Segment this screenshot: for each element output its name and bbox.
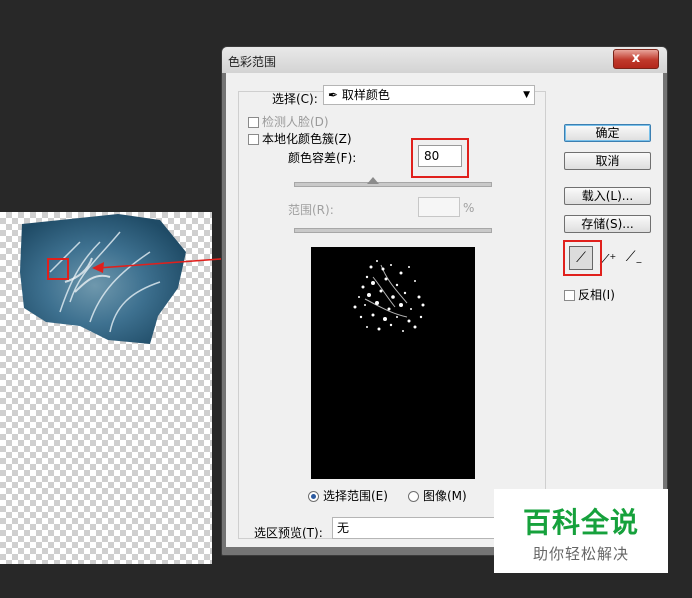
localized-clusters-label: 本地化颜色簇(Z) [262, 132, 352, 146]
radio-selection[interactable] [308, 491, 319, 502]
dialog-titlebar[interactable]: 色彩范围 x [222, 47, 667, 73]
radio-selection-label: 选择范围(E) [323, 489, 388, 503]
invert-checkbox[interactable] [564, 290, 575, 301]
range-input[interactable] [418, 197, 460, 217]
radio-image-label: 图像(M) [423, 489, 467, 503]
range-slider[interactable] [294, 228, 492, 233]
localized-clusters-checkbox[interactable] [248, 134, 259, 145]
sample-point-highlight [47, 258, 69, 280]
close-button[interactable]: x [613, 49, 659, 69]
invert-label: 反相(I) [578, 288, 615, 302]
cancel-button[interactable]: 取消 [564, 152, 651, 170]
select-dropdown[interactable]: ✒ 取样颜色 ▼ [323, 85, 535, 105]
selection-preview-dropdown[interactable]: 无 [332, 517, 502, 539]
range-percent-sign: % [463, 201, 475, 215]
localized-clusters-row: 本地化颜色簇(Z) [248, 130, 352, 147]
watermark-title: 百科全说 [522, 506, 639, 539]
eyedropper-minus-icon[interactable]: ⟋− [622, 246, 646, 270]
water-splash-image [20, 214, 186, 344]
detect-faces-label: 检测人脸(D) [262, 115, 329, 129]
selection-mask-image [353, 260, 425, 332]
document-canvas[interactable] [0, 212, 212, 564]
invert-row: 反相(I) [564, 286, 615, 303]
select-value: 取样颜色 [341, 88, 390, 102]
fuzziness-label: 颜色容差(F): [288, 151, 357, 165]
dialog-client: 选择(C): ✒ 取样颜色 ▼ 检测人脸(D) 本地化颜色簇(Z) 颜色容差(F… [226, 73, 663, 547]
selection-preview-value: 无 [337, 521, 350, 535]
detect-faces-checkbox[interactable] [248, 117, 259, 128]
radio-selection-row: 选择范围(E) [308, 487, 388, 504]
color-range-dialog: 色彩范围 x 选择(C): ✒ 取样颜色 ▼ 检测人脸(D) 本地化颜色簇(Z)… [221, 46, 668, 556]
ok-button[interactable]: 确定 [564, 124, 651, 142]
close-icon: x [631, 51, 641, 66]
watermark: 百科全说 助你轻松解决 [494, 489, 668, 573]
load-button[interactable]: 载入(L)... [564, 187, 651, 205]
chevron-down-icon: ▼ [523, 90, 530, 100]
dialog-title: 色彩范围 [228, 55, 277, 69]
selection-preview-label: 选区预览(T): [254, 526, 323, 540]
fuzziness-slider-thumb[interactable] [367, 177, 379, 184]
watermark-subtitle: 助你轻松解决 [532, 545, 629, 563]
detect-faces-row: 检测人脸(D) [248, 113, 329, 130]
radio-image-row: 图像(M) [408, 487, 467, 504]
selection-preview[interactable] [311, 247, 475, 479]
select-label: 选择(C): [272, 92, 318, 106]
fuzziness-highlight [411, 138, 469, 178]
eyedropper-highlight [563, 240, 602, 276]
fuzziness-slider[interactable] [294, 182, 492, 187]
save-button[interactable]: 存储(S)... [564, 215, 651, 233]
radio-image[interactable] [408, 491, 419, 502]
eyedropper-icon: ✒ [328, 88, 339, 102]
range-label: 范围(R): [288, 203, 334, 217]
